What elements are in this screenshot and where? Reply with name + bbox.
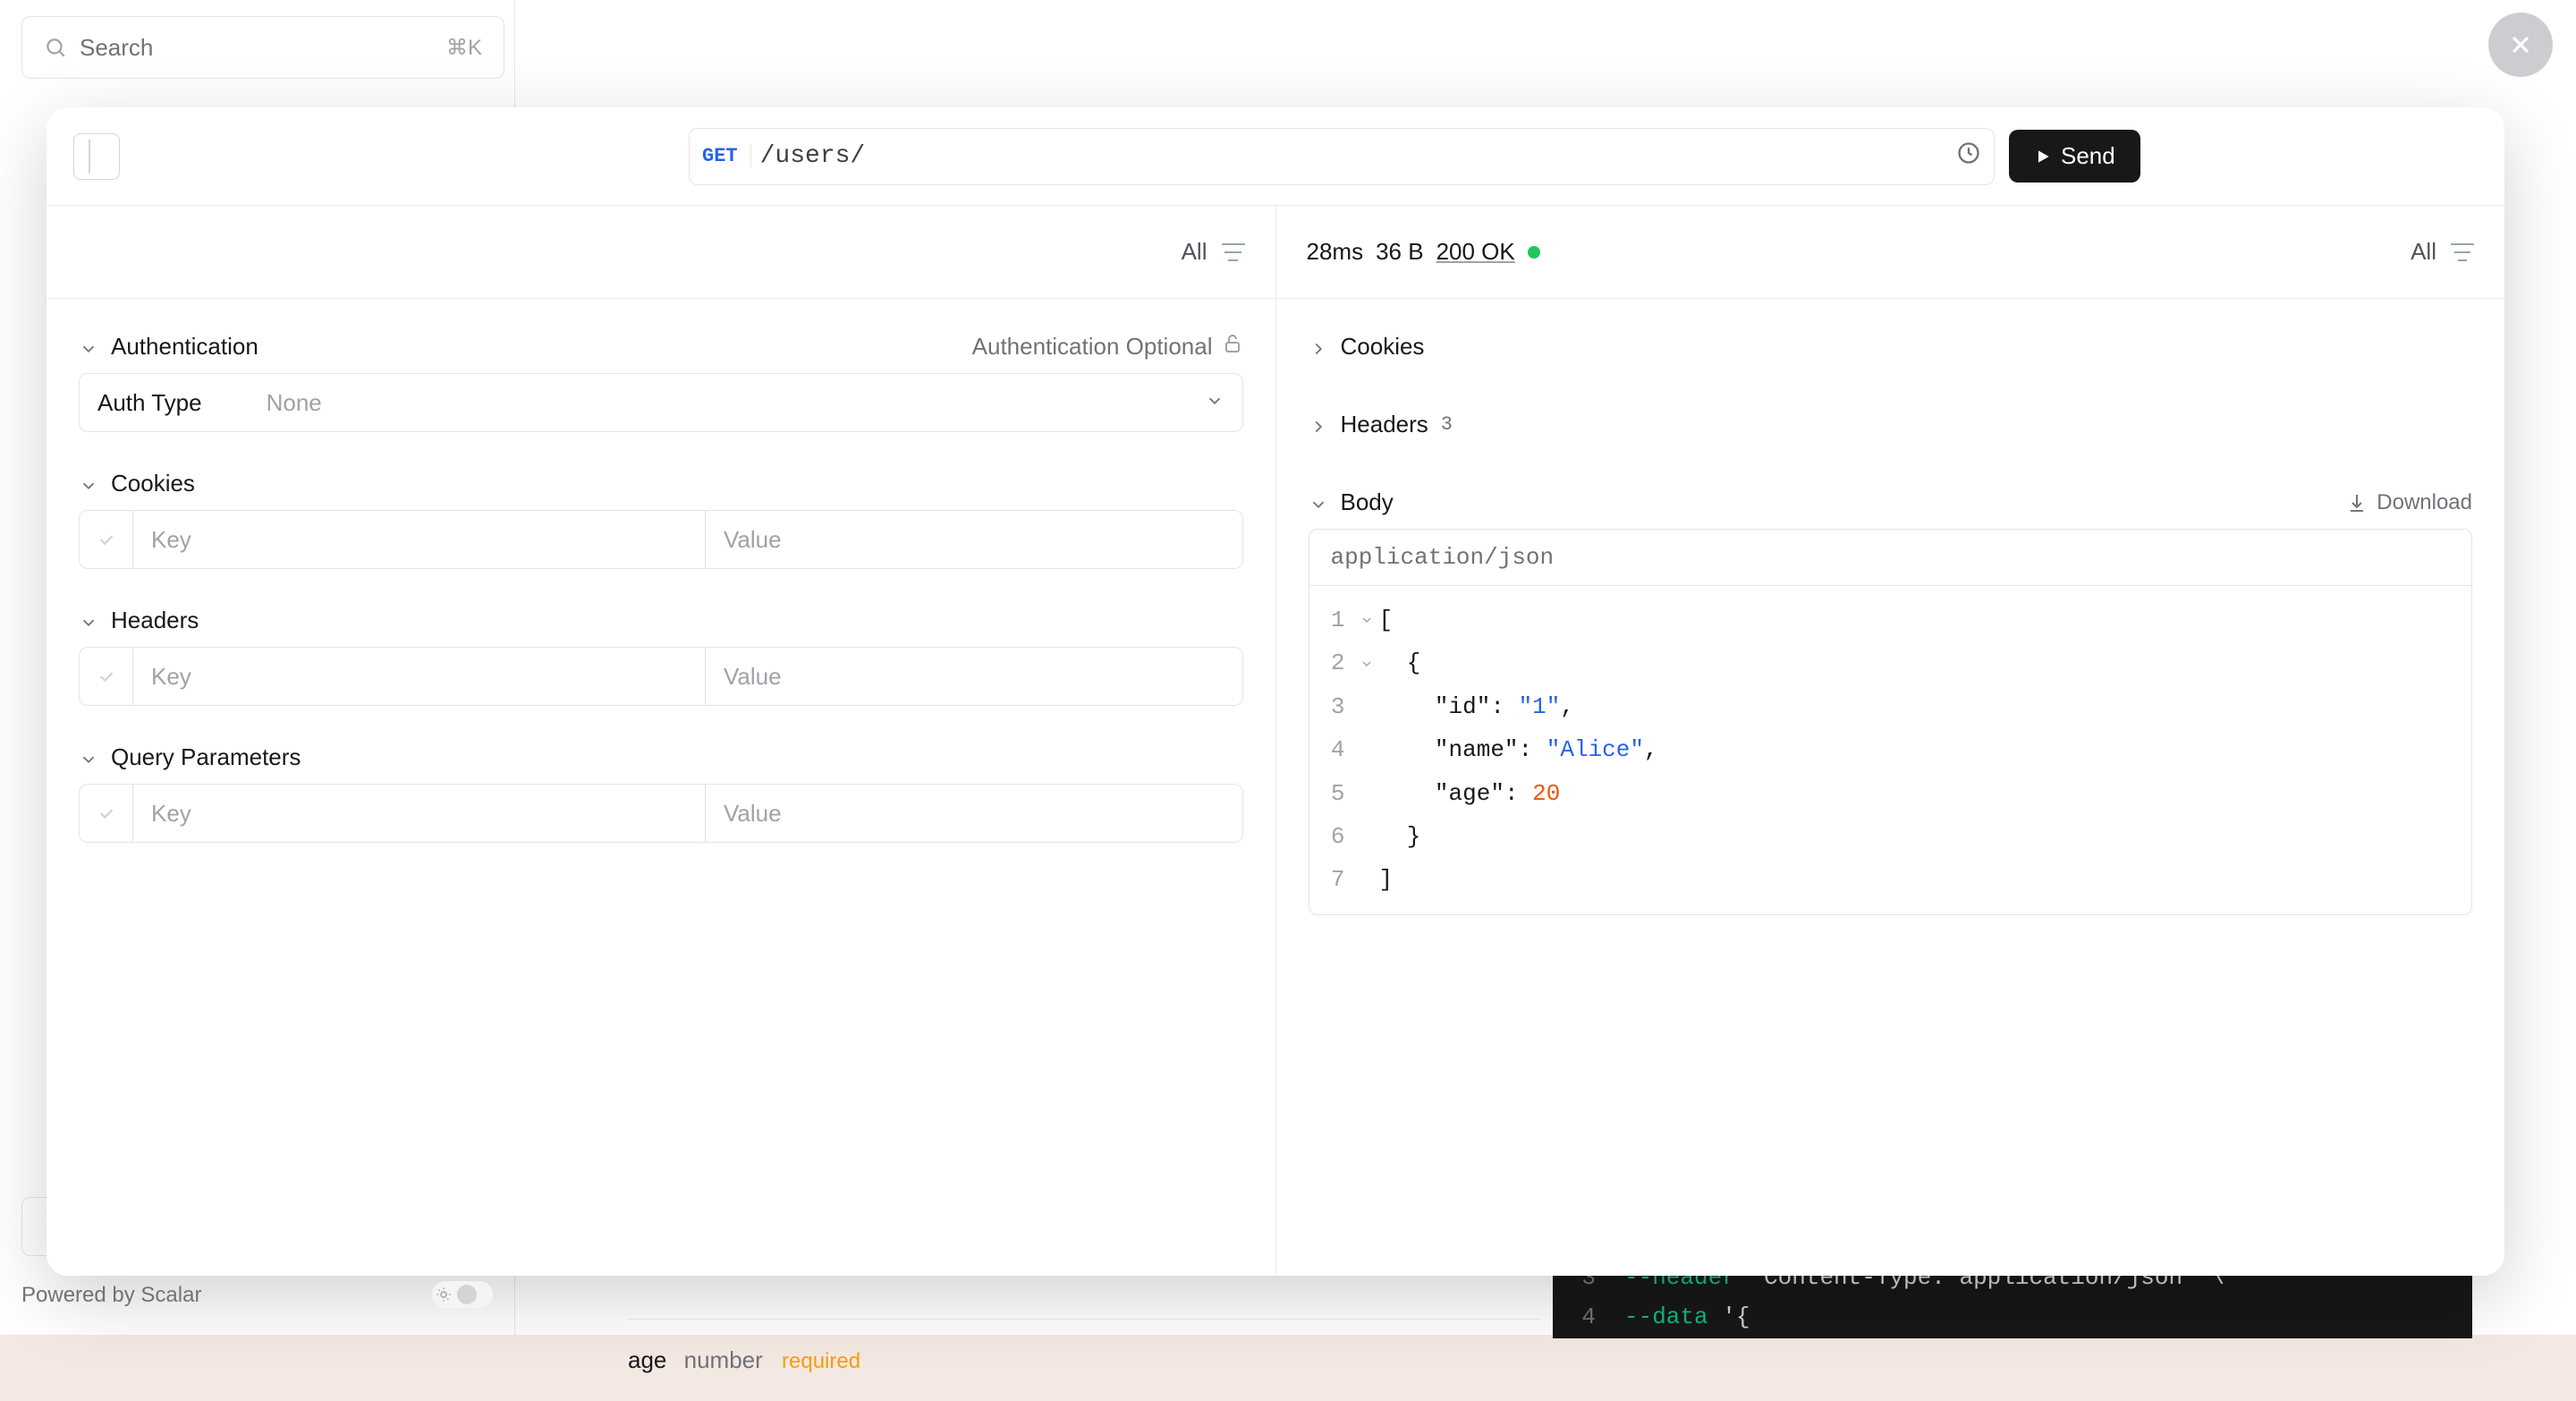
sun-icon: [436, 1286, 452, 1303]
download-label: Download: [2377, 490, 2472, 515]
auth-note: Authentication Optional: [972, 333, 1213, 361]
section-authentication: Authentication Authentication Optional A…: [79, 320, 1243, 432]
query-title: Query Parameters: [111, 743, 301, 771]
history-icon: [1956, 140, 1981, 166]
url-path[interactable]: /users/: [760, 142, 866, 170]
query-value-input[interactable]: [706, 785, 1242, 842]
response-filter[interactable]: All: [2411, 238, 2474, 266]
chevron-down-icon: [79, 474, 98, 494]
filter-label: All: [1182, 238, 1208, 266]
section-headers: Headers: [79, 594, 1243, 706]
history-button[interactable]: [1956, 140, 1981, 172]
code-line: 5 "age": 20: [1309, 772, 2472, 815]
auth-type-select[interactable]: Auth Type None: [79, 373, 1243, 432]
headers-row: [79, 647, 1243, 706]
filter-label: All: [2411, 238, 2436, 266]
close-icon: [2506, 30, 2535, 59]
response-content-type: application/json: [1309, 529, 2473, 586]
response-section-body: Body Download application/json 1[2 {3 "i…: [1309, 476, 2473, 915]
send-label: Send: [2061, 142, 2115, 170]
chevron-down-icon: [1309, 493, 1328, 513]
headers-title: Headers: [111, 607, 199, 634]
response-section-headers: Headers 3: [1309, 398, 2473, 451]
close-button[interactable]: [2488, 13, 2553, 77]
response-headers-title: Headers: [1341, 411, 1428, 438]
code-line: 1[: [1309, 599, 2472, 641]
auth-type-label: Auth Type: [97, 389, 202, 417]
section-header-query[interactable]: Query Parameters: [79, 731, 1243, 784]
search-input[interactable]: Search ⌘K: [21, 16, 504, 79]
response-section-cookies: Cookies: [1309, 320, 2473, 373]
row-enable-toggle[interactable]: [80, 648, 133, 705]
query-key-input[interactable]: [133, 785, 705, 842]
cookies-row: [79, 510, 1243, 569]
theme-toggle-knob: [457, 1285, 477, 1304]
response-pane-header: 28ms 36 B 200 OK All: [1276, 206, 2505, 299]
cookie-value-input[interactable]: [706, 511, 1242, 568]
request-url-bar[interactable]: GET /users/: [689, 128, 1995, 185]
section-header-headers[interactable]: Headers: [79, 594, 1243, 647]
request-pane-header: All: [47, 206, 1275, 299]
cookie-key-input[interactable]: [133, 511, 705, 568]
auth-type-value: None: [267, 389, 322, 417]
code-line: 3 "id": "1",: [1309, 685, 2472, 728]
modal-toolbar: GET /users/ Send: [47, 107, 2504, 206]
section-header-cookies[interactable]: Cookies: [79, 457, 1243, 510]
download-icon: [2346, 492, 2368, 514]
section-header-auth[interactable]: Authentication Authentication Optional: [79, 320, 1243, 373]
send-button[interactable]: Send: [2009, 130, 2140, 183]
request-filter[interactable]: All: [1182, 238, 1245, 266]
request-pane: All Authentication Authentication Option…: [47, 206, 1276, 1276]
powered-by: Powered by Scalar: [21, 1283, 201, 1308]
play-icon: [2034, 148, 2052, 166]
lock-open-icon: [1222, 333, 1243, 361]
response-body-title: Body: [1341, 488, 1394, 516]
param-required: required: [782, 1349, 860, 1373]
param-name: age: [628, 1346, 666, 1373]
api-client-modal: GET /users/ Send All: [47, 107, 2504, 1276]
chevron-right-icon: [1309, 337, 1328, 357]
response-body-header[interactable]: Body Download: [1309, 476, 2473, 529]
response-headers-header[interactable]: Headers 3: [1309, 398, 2473, 451]
header-value-input[interactable]: [706, 648, 1242, 705]
code-line: 2 {: [1309, 641, 2472, 684]
section-cookies: Cookies: [79, 457, 1243, 569]
response-status: 200 OK: [1436, 238, 1515, 266]
response-time: 28ms: [1307, 238, 1364, 266]
auth-title: Authentication: [111, 333, 258, 361]
filter-icon: [2451, 243, 2474, 261]
response-cookies-title: Cookies: [1341, 333, 1425, 361]
http-method[interactable]: GET: [702, 145, 751, 167]
chevron-down-icon: [79, 611, 98, 631]
cookies-title: Cookies: [111, 470, 195, 497]
response-headers-count: 3: [1441, 413, 1453, 436]
response-cookies-header[interactable]: Cookies: [1309, 320, 2473, 373]
row-enable-toggle[interactable]: [80, 511, 133, 568]
code-line: 4 "name": "Alice",: [1309, 728, 2472, 771]
chevron-right-icon: [1309, 415, 1328, 435]
status-ok-indicator: [1528, 246, 1540, 259]
header-key-input[interactable]: [133, 648, 705, 705]
param-type: number: [684, 1346, 763, 1373]
search-icon: [44, 36, 67, 59]
response-pane: 28ms 36 B 200 OK All Cookies: [1276, 206, 2505, 1276]
search-shortcut: ⌘K: [446, 35, 482, 61]
row-enable-toggle[interactable]: [80, 785, 133, 842]
code-line: 6 }: [1309, 815, 2472, 858]
theme-toggle[interactable]: [432, 1281, 493, 1308]
section-query-params: Query Parameters: [79, 731, 1243, 843]
toggle-sidebar-button[interactable]: [73, 133, 120, 180]
response-body-code[interactable]: 1[2 {3 "id": "1",4 "name": "Alice",5 "ag…: [1309, 586, 2473, 915]
chevron-down-icon: [79, 748, 98, 768]
chevron-down-icon: [1205, 389, 1224, 417]
search-placeholder: Search: [80, 34, 153, 62]
filter-icon: [1222, 243, 1245, 261]
response-size: 36 B: [1376, 238, 1424, 266]
schema-param-row: age number required: [628, 1319, 1540, 1401]
download-button[interactable]: Download: [2346, 490, 2472, 515]
chevron-down-icon: [79, 337, 98, 357]
code-line: 7]: [1309, 858, 2472, 901]
query-row: [79, 784, 1243, 843]
